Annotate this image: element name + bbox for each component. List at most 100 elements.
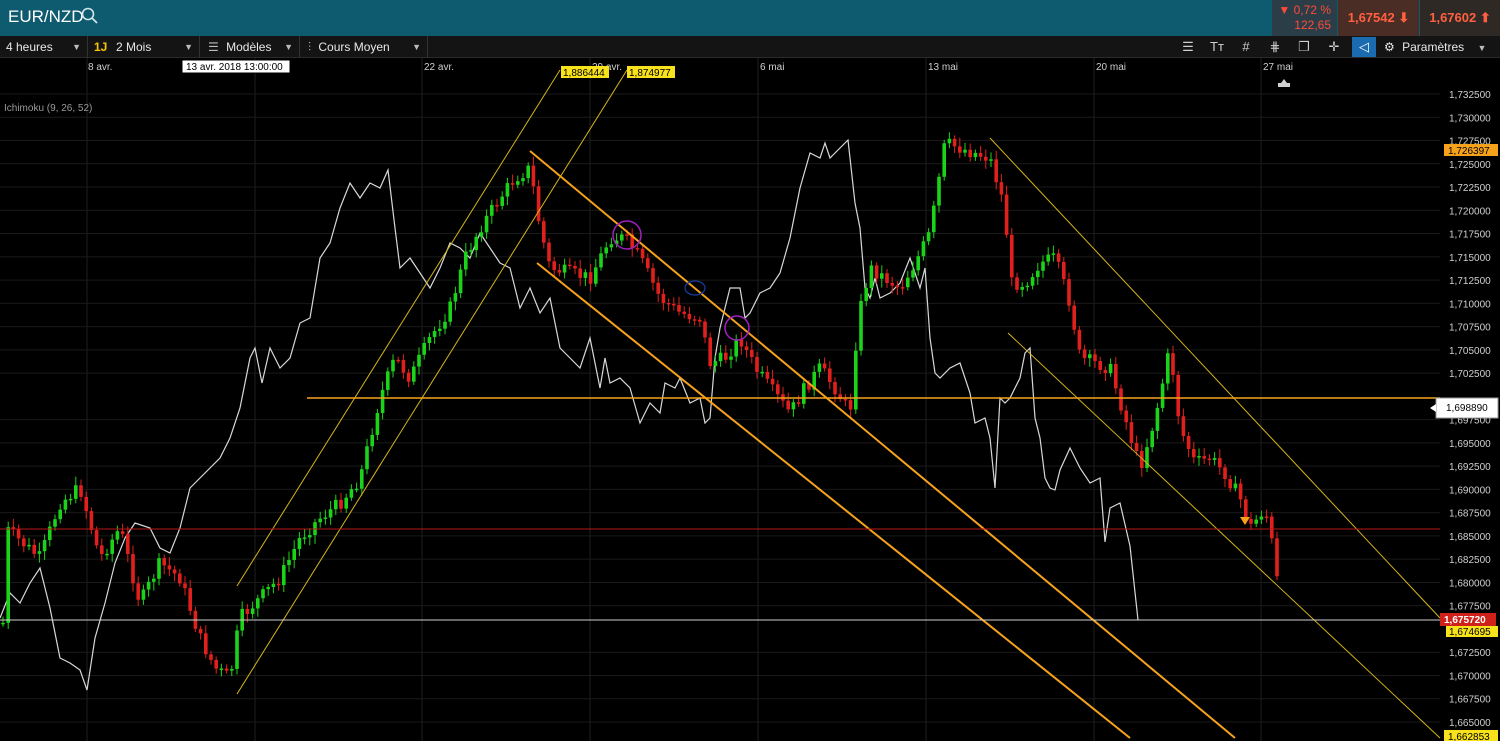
candle-body: [360, 469, 364, 489]
list-icon[interactable]: ☰: [1176, 37, 1200, 57]
candle-body: [666, 302, 671, 305]
candle-body: [1124, 410, 1128, 423]
candle-body: [510, 183, 515, 185]
y-tick-label: 1,680000: [1449, 578, 1491, 589]
candle-body: [432, 330, 437, 338]
candle-body: [84, 496, 88, 512]
x-tick-label: 13 mai: [928, 62, 958, 73]
candle-body: [1275, 538, 1279, 577]
timeframe-label: 4 heures: [6, 40, 53, 54]
candle-body: [1036, 270, 1040, 278]
alert-marker-icon[interactable]: [1240, 517, 1250, 525]
candle-body: [1197, 456, 1201, 458]
candle-body: [651, 268, 655, 283]
bid-price: 1,67542: [1347, 10, 1395, 25]
candle-body: [1129, 422, 1134, 444]
candle-body: [1093, 354, 1097, 361]
candle-body: [1254, 519, 1258, 524]
buy-price-button[interactable]: 1,67602 ⬆: [1420, 0, 1500, 36]
candle-body: [583, 272, 588, 278]
candle-body: [890, 282, 894, 286]
y-tick-label: 1,695000: [1449, 439, 1491, 450]
candle-body: [505, 183, 510, 197]
candle-body: [443, 321, 447, 329]
candle-body: [334, 499, 338, 510]
candle-body: [1114, 363, 1118, 389]
drawing-tools-icon[interactable]: ⋕: [1263, 37, 1287, 57]
settings-button[interactable]: ⚙ Paramètres ▼: [1384, 36, 1486, 58]
candle-body: [672, 303, 676, 306]
candle-body: [1067, 279, 1071, 306]
candle-body: [63, 499, 68, 510]
candle-body: [765, 371, 770, 379]
crosshair-icon[interactable]: ✛: [1322, 37, 1346, 57]
one-day-button[interactable]: 1J: [88, 36, 110, 58]
timeframe-dropdown[interactable]: 4 heures ▼: [0, 36, 88, 58]
active-zoom-icon[interactable]: ◁: [1352, 37, 1376, 57]
search-icon[interactable]: [80, 6, 100, 26]
gear-icon: ⚙: [1384, 40, 1395, 54]
instrument-symbol[interactable]: EUR/NZD: [8, 7, 84, 27]
caret-down-icon: ▼: [412, 42, 421, 52]
candle-body: [365, 446, 369, 470]
candle-body: [703, 321, 707, 338]
candle-body: [516, 181, 520, 185]
candle-body: [68, 498, 73, 501]
caret-down-icon: ▼: [72, 42, 81, 52]
candle-body: [926, 232, 931, 242]
candle-body: [105, 553, 109, 556]
candle-body: [921, 241, 926, 257]
candle-body: [1082, 349, 1087, 359]
y-tick-label: 1,715000: [1449, 253, 1491, 264]
header-bar: EUR/NZD ▼ 0,72 % 122,65 1,67542 ⬇ 1,6760…: [0, 0, 1500, 36]
candle-body: [859, 300, 863, 351]
price-tag-hline: 1,698890: [1446, 403, 1488, 414]
chart-type-dropdown[interactable]: ⫶ Cours Moyen ▼: [300, 36, 428, 58]
candle-body: [1259, 516, 1264, 520]
candle-body: [661, 293, 666, 303]
horizontal-gridlines: [0, 93, 1440, 723]
candle-body: [646, 258, 650, 269]
falling-channel[interactable]: [529, 150, 1236, 739]
candle-body: [802, 383, 806, 404]
text-icon[interactable]: Tт: [1205, 37, 1229, 57]
price-chart[interactable]: 8 avr. 22 avr. 29 avr. 6 mai 13 mai 20 m…: [0, 58, 1500, 741]
candle-body: [1010, 234, 1014, 278]
candle-body: [474, 236, 478, 251]
grid-icon[interactable]: #: [1234, 37, 1258, 57]
candle-body: [146, 581, 151, 590]
candle-body: [282, 565, 286, 586]
candle-body: [1207, 458, 1212, 461]
candle-body: [895, 285, 900, 288]
sell-price-button[interactable]: 1,67542 ⬇: [1338, 0, 1419, 36]
candle-body: [828, 368, 832, 382]
candle-body: [744, 346, 749, 350]
candle-body: [635, 248, 640, 250]
candle-body: [713, 361, 718, 367]
candle-body: [386, 371, 390, 390]
descending-channel[interactable]: [989, 137, 1441, 739]
candle-body: [58, 509, 62, 520]
templates-dropdown[interactable]: ☰ Modèles ▼: [200, 36, 300, 58]
candle-body: [16, 529, 21, 539]
change-percent: ▼ 0,72 %: [1278, 3, 1331, 17]
candle-body: [427, 337, 432, 344]
candle-body: [490, 205, 494, 216]
period-dropdown[interactable]: 2 Mois ▼: [110, 36, 200, 58]
annotation-circle[interactable]: [724, 315, 750, 341]
layers-icon[interactable]: ❐: [1292, 37, 1316, 57]
candle-body: [157, 558, 161, 579]
candle-body: [308, 535, 312, 538]
indicator-label[interactable]: Ichimoku (9, 26, 52): [4, 103, 92, 114]
candle-body: [100, 545, 104, 555]
candle-body: [131, 554, 135, 584]
candle-body: [640, 248, 645, 259]
y-tick-label: 1,665000: [1449, 718, 1491, 729]
candle-body: [1223, 467, 1227, 480]
candle-body: [864, 287, 868, 301]
candle-body: [1155, 407, 1160, 431]
candle-body: [1015, 277, 1019, 290]
candle-body: [568, 264, 572, 267]
candle-body: [718, 352, 723, 362]
up-arrow-icon: ⬆: [1479, 10, 1491, 25]
